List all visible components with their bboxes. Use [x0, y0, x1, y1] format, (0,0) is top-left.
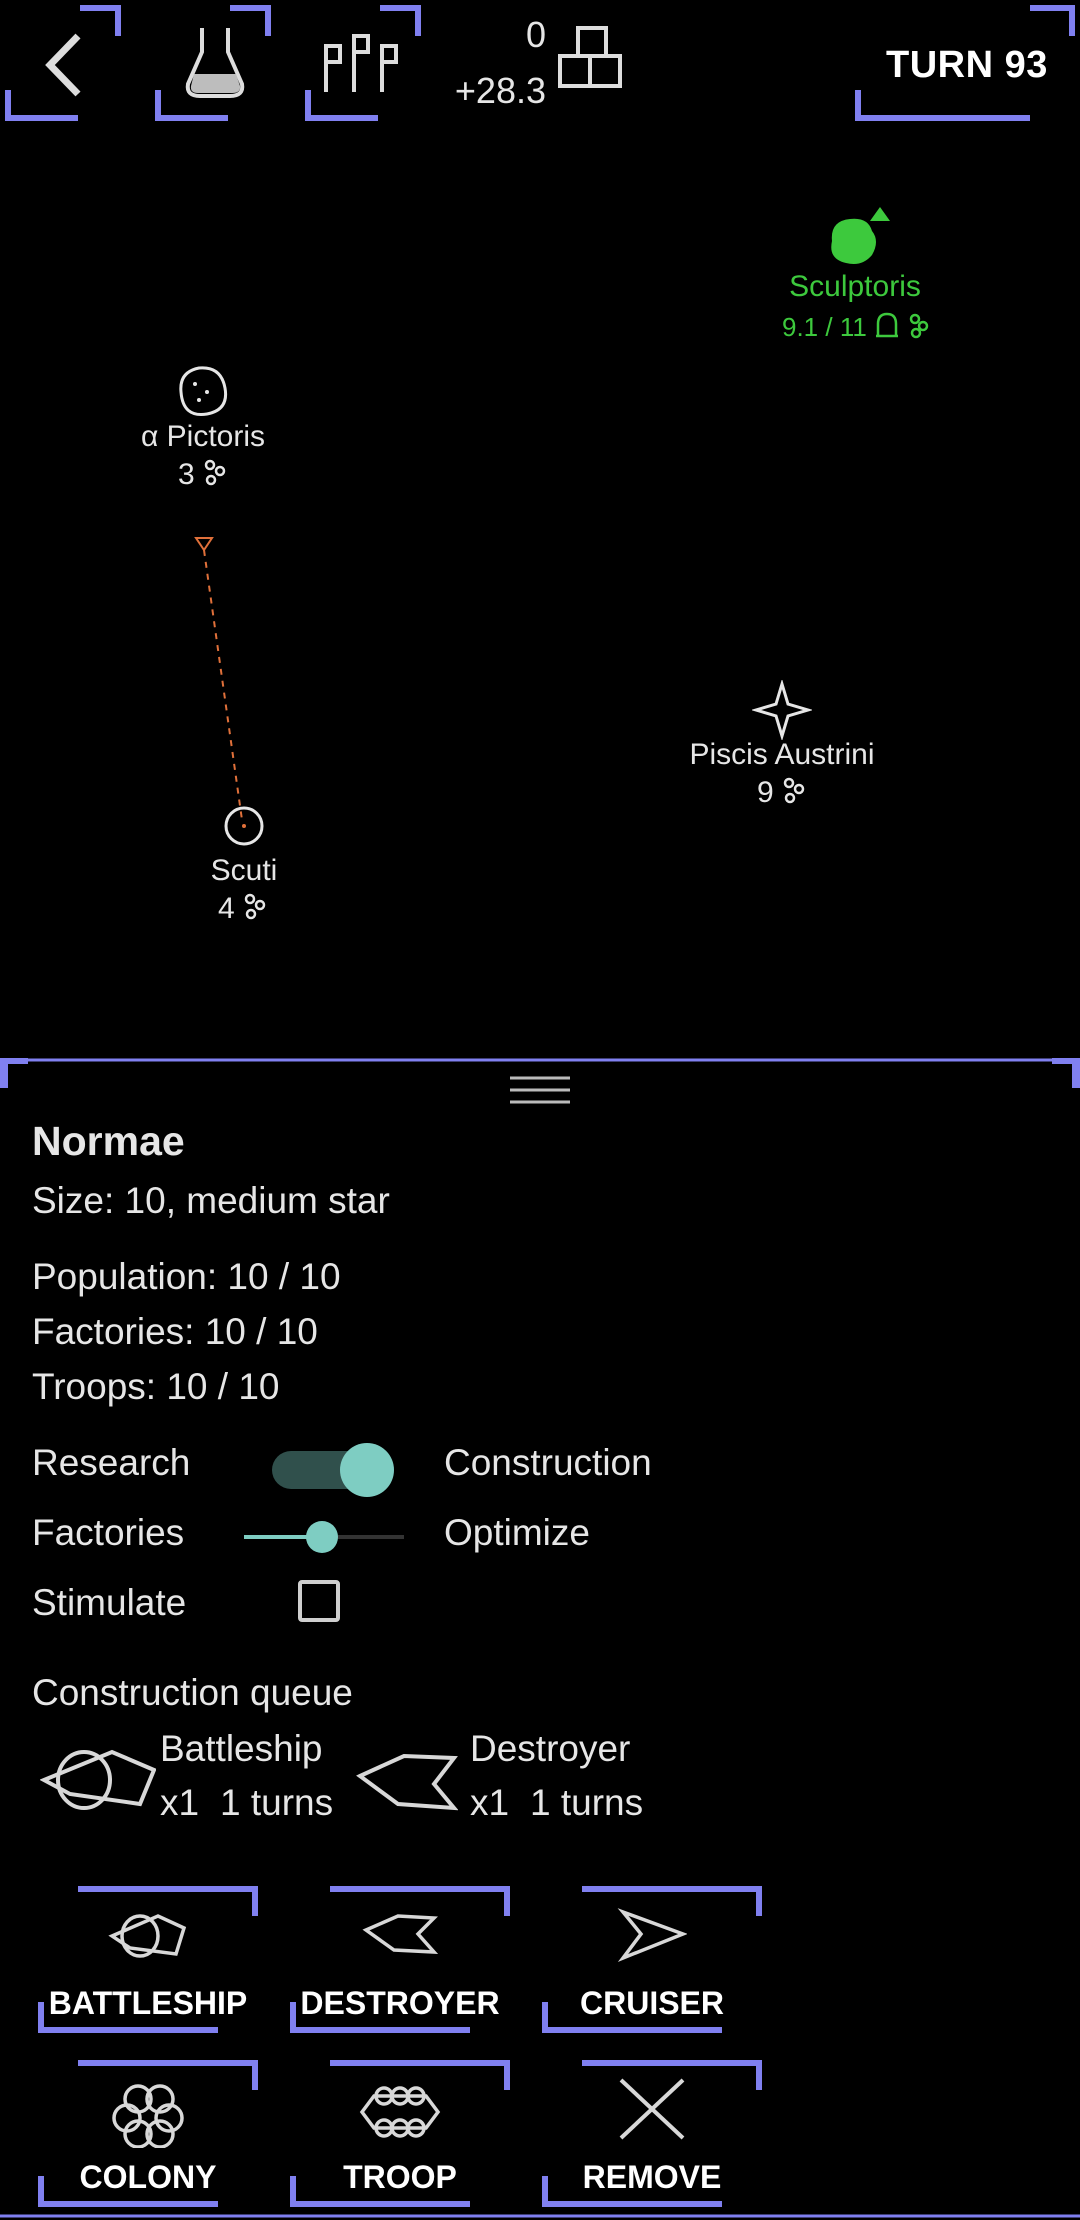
- star-info-sculptoris: 9.1 / 11: [782, 312, 931, 343]
- toggle-knob: [340, 1443, 394, 1497]
- star-pop-alpha-pictoris: 3: [178, 458, 227, 492]
- queue-battleship-count: x1: [160, 1782, 200, 1823]
- destroyer-icon: [362, 1914, 438, 1954]
- queue-destroyer-turns: 1 turns: [530, 1782, 644, 1823]
- circle-star-icon[interactable]: [219, 801, 269, 851]
- star-pop-scuti: 4: [218, 892, 267, 926]
- resource-delta: +28.3: [454, 70, 546, 111]
- population-icon: [204, 459, 226, 486]
- factories-stat: Factories: 10 / 10: [32, 1311, 318, 1352]
- build-battleship-button[interactable]: BATTLESHIP: [38, 1886, 258, 2036]
- queue-destroyer-name: Destroyer: [470, 1728, 631, 1769]
- factories-optimize-slider[interactable]: [244, 1512, 404, 1562]
- build-troop-button[interactable]: TROOP: [290, 2060, 510, 2210]
- troops-stat: Troops: 10 / 10: [32, 1366, 280, 1407]
- star-name-alpha-pictoris: α Pictoris: [140, 420, 266, 453]
- star-size: Size: 10, medium star: [32, 1180, 390, 1221]
- star-map[interactable]: [0, 130, 1080, 1050]
- destroyer-icon: [356, 1753, 458, 1811]
- build-colony-button[interactable]: COLONY: [38, 2060, 258, 2210]
- star-title: Normae: [32, 1118, 185, 1164]
- stimulate-checkbox[interactable]: [298, 1580, 340, 1622]
- remove-label: REMOVE: [582, 2159, 722, 2195]
- battleship-label: BATTLESHIP: [48, 1985, 248, 2021]
- population-stat: Population: 10 / 10: [32, 1256, 341, 1297]
- star-name-scuti: Scuti: [210, 854, 278, 887]
- slider-thumb[interactable]: [306, 1521, 338, 1553]
- troop-label: TROOP: [343, 2159, 457, 2195]
- close-icon: [619, 2078, 685, 2140]
- back-arrow-icon: [45, 33, 81, 97]
- green-planet-icon[interactable]: [818, 205, 898, 275]
- resource-value: 0: [525, 14, 546, 55]
- bell-icon: [876, 312, 899, 338]
- back-button[interactable]: [0, 0, 125, 125]
- compass-star-icon[interactable]: [752, 680, 812, 740]
- construction-label: Construction: [444, 1442, 652, 1483]
- optimize-label: Optimize: [444, 1512, 590, 1553]
- destroyer-label: DESTROYER: [300, 1985, 500, 2021]
- research-construction-toggle[interactable]: [272, 1443, 394, 1497]
- drag-handle-icon[interactable]: [510, 1072, 570, 1108]
- stimulate-label: Stimulate: [32, 1582, 187, 1623]
- troop-icon: [359, 2086, 441, 2138]
- fleet-route: [194, 537, 243, 821]
- turn-button[interactable]: TURN 93: [850, 0, 1080, 125]
- cruiser-icon: [617, 1908, 687, 1962]
- population-icon: [244, 893, 266, 920]
- star-name-sculptoris: Sculptoris: [789, 270, 921, 303]
- build-destroyer-button[interactable]: DESTROYER: [290, 1886, 510, 2036]
- flags-icon: [324, 34, 398, 92]
- population-icon: [783, 777, 805, 804]
- research-label: Research: [32, 1442, 191, 1483]
- colony-icon: [112, 2084, 184, 2148]
- research-button[interactable]: [150, 0, 275, 125]
- population-icon: [910, 313, 929, 339]
- factories-slider-label: Factories: [32, 1512, 185, 1553]
- remove-button[interactable]: REMOVE: [542, 2060, 762, 2210]
- battleship-icon: [40, 1749, 156, 1810]
- build-cruiser-button[interactable]: CRUISER: [542, 1886, 762, 2036]
- blocks-icon: [558, 26, 622, 88]
- queue-battleship-name: Battleship: [160, 1728, 323, 1769]
- queue-battleship-turns: 1 turns: [220, 1782, 334, 1823]
- turn-label: TURN 93: [886, 44, 1048, 86]
- colony-label: COLONY: [79, 2159, 217, 2195]
- asteroid-star-icon[interactable]: [173, 362, 233, 422]
- battleship-icon: [108, 1914, 187, 1958]
- star-details-panel: [0, 1058, 1080, 2220]
- flask-icon: [185, 28, 245, 98]
- cruiser-label: CRUISER: [579, 1985, 724, 2021]
- queue-destroyer-count: x1: [470, 1782, 510, 1823]
- star-pop-piscis-austrini: 9: [757, 776, 806, 810]
- construction-queue-title: Construction queue: [32, 1672, 353, 1713]
- star-name-piscis-austrini: Piscis Austrini: [689, 738, 875, 771]
